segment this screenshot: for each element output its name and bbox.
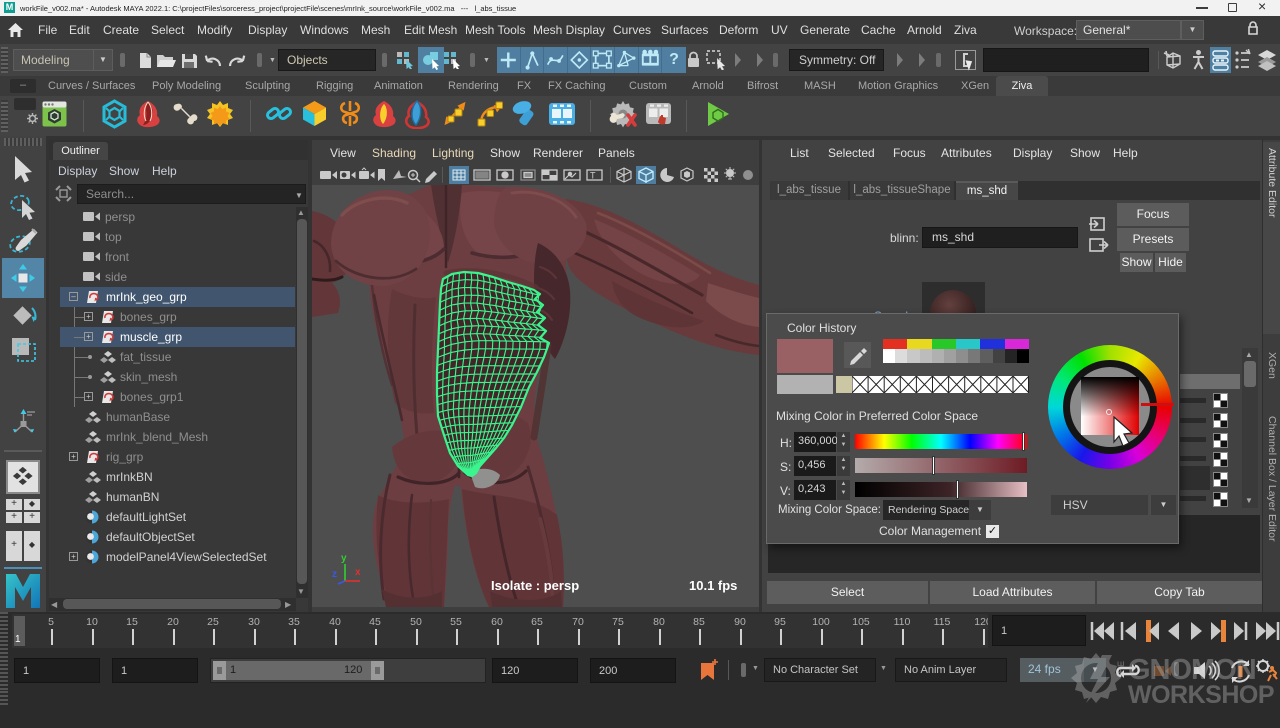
svg-text:y: y <box>341 553 347 564</box>
svg-text:z: z <box>332 569 337 580</box>
svg-text:Isolate : persp: Isolate : persp <box>491 578 579 593</box>
svg-text:T: T <box>590 171 596 181</box>
svg-text:x: x <box>355 567 361 578</box>
svg-text:10.1 fps: 10.1 fps <box>689 578 737 593</box>
